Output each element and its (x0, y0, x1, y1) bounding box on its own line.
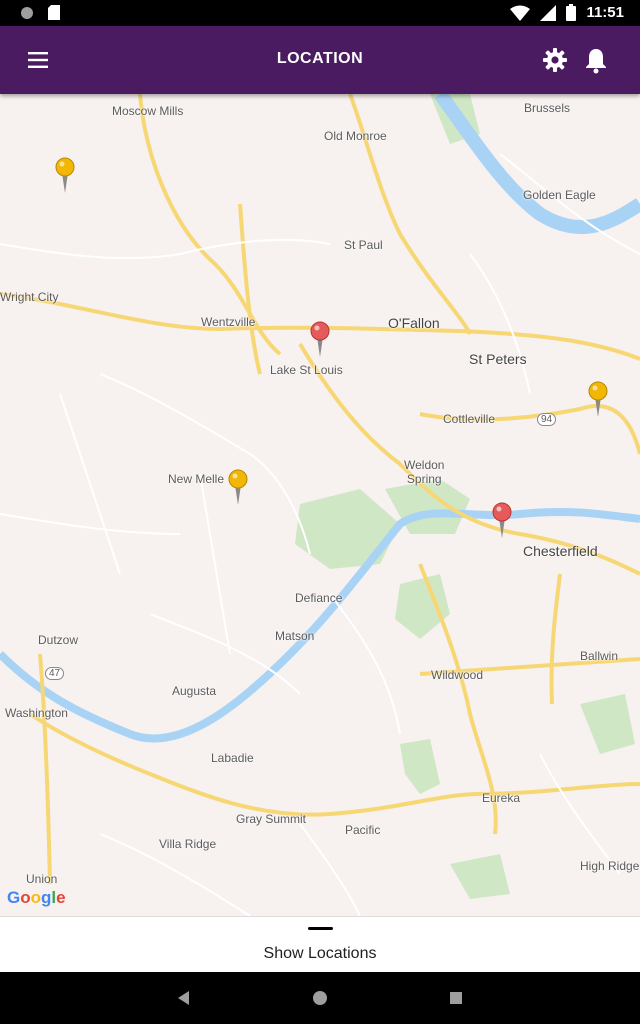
home-icon[interactable] (308, 986, 332, 1010)
map-view[interactable]: Moscow Mills Old Monroe Brussels Golden … (0, 94, 640, 916)
back-icon[interactable] (172, 986, 196, 1010)
place-label: Wright City (0, 290, 59, 304)
app-bar: LOCATION (0, 26, 640, 94)
place-label: Gray Summit (236, 812, 307, 826)
place-label: Brussels (524, 101, 571, 115)
place-label: Lake St Louis (270, 363, 343, 377)
system-nav-bar (0, 972, 640, 1024)
place-label: Cottleville (443, 412, 496, 426)
place-label: Pacific (345, 823, 381, 837)
location-marker[interactable] (309, 321, 331, 357)
google-logo: Google (7, 888, 66, 907)
place-label: Moscow Mills (112, 104, 184, 118)
route-shield: 47 (45, 667, 65, 680)
route-shield: 94 (537, 413, 557, 426)
place-label: Ballwin (580, 649, 619, 663)
drag-handle[interactable] (308, 927, 333, 930)
bell-icon[interactable] (583, 46, 609, 74)
battery-icon (566, 4, 577, 21)
gear-icon[interactable] (541, 46, 569, 74)
place-label: Labadie (211, 751, 254, 765)
place-label: Weldon Spring (404, 458, 445, 486)
show-locations-sheet[interactable]: Show Locations (0, 916, 640, 973)
location-marker[interactable] (491, 502, 513, 538)
place-label: Chesterfield (523, 543, 598, 559)
place-label: Defiance (295, 591, 343, 605)
place-label: Matson (275, 629, 315, 643)
status-time: 11:51 (586, 4, 624, 21)
sim-card-icon (48, 5, 60, 20)
map-canvas (0, 94, 640, 916)
place-label: St Peters (469, 351, 527, 367)
place-label: Golden Eagle (523, 188, 596, 202)
place-label: Washington (5, 706, 68, 720)
signal-icon (540, 4, 557, 21)
place-label: Eureka (482, 791, 521, 805)
wifi-icon (510, 5, 531, 21)
location-marker[interactable] (587, 381, 609, 417)
place-label: Wildwood (431, 668, 484, 682)
place-label: Union (26, 872, 58, 886)
status-bar: 11:51 (0, 0, 640, 26)
place-label: O'Fallon (388, 315, 440, 331)
place-label: Villa Ridge (159, 837, 217, 851)
circle-icon (21, 6, 33, 19)
place-label: Augusta (172, 684, 217, 698)
location-marker[interactable] (54, 157, 76, 193)
place-label: St Paul (344, 238, 383, 252)
recents-icon[interactable] (444, 986, 468, 1010)
place-label: Dutzow (38, 633, 79, 647)
show-locations-label: Show Locations (263, 945, 377, 962)
place-label: Wentzville (201, 315, 256, 329)
place-label: High Ridge (580, 859, 640, 873)
place-label: Old Monroe (324, 129, 387, 143)
place-label: New Melle (168, 472, 225, 486)
location-marker[interactable] (227, 469, 249, 505)
